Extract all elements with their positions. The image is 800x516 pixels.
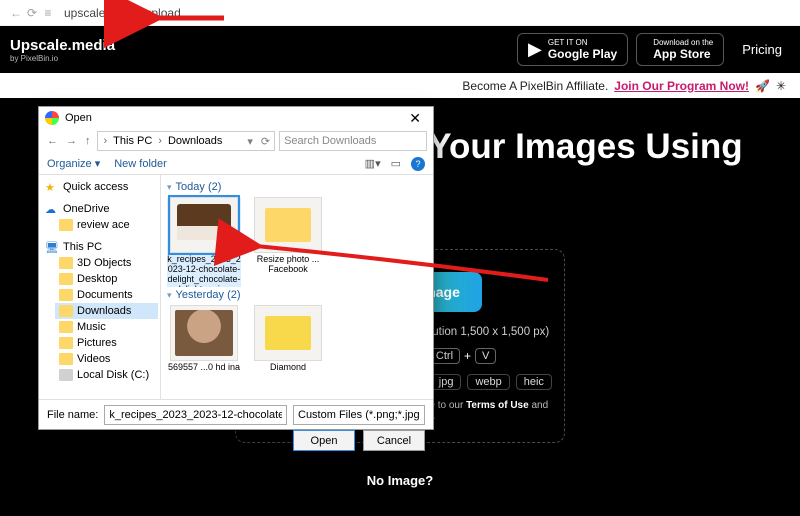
tree-folder[interactable]: Pictures	[55, 335, 158, 351]
filename-input[interactable]	[104, 405, 287, 425]
tree-folder[interactable]: Music	[55, 319, 158, 335]
up-icon[interactable]: ↑	[83, 135, 93, 147]
breadcrumb-seg[interactable]: This PC	[113, 135, 152, 147]
tree-folder[interactable]: Desktop	[55, 271, 158, 287]
forward-icon[interactable]: →	[64, 135, 79, 147]
kbd-plus: +	[464, 349, 471, 363]
affiliate-banner: Become A PixelBin Affiliate. Join Our Pr…	[0, 73, 800, 98]
affiliate-text: Become A PixelBin Affiliate.	[462, 79, 608, 93]
organize-menu[interactable]: Organize ▾	[47, 157, 100, 170]
dialog-title-bar: Open ✕	[39, 107, 433, 129]
appstore-top: Download on the	[653, 38, 713, 47]
pricing-link[interactable]: Pricing	[742, 42, 782, 57]
site-header: Upscale.media by PixelBin.io ▶ GET IT ON…	[0, 26, 800, 73]
format-chip: heic	[516, 374, 552, 390]
filename-label: File name:	[47, 409, 98, 421]
chevron-down-icon[interactable]: ▾	[247, 135, 253, 148]
chevron-right-icon: ›	[156, 135, 164, 147]
logo-sub: by PixelBin.io	[10, 54, 115, 63]
folder-tree[interactable]: ★Quick access ☁OneDrive review ace 🖥This…	[39, 175, 161, 399]
gplay-top: GET IT ON	[548, 38, 588, 47]
file-item[interactable]: Diamond	[251, 305, 325, 395]
sparkle-icon: ✳	[776, 79, 786, 93]
tree-folder[interactable]: review ace	[55, 217, 158, 233]
app-store-badge[interactable]: Download on theApp Store	[636, 33, 724, 66]
tree-folder[interactable]: 3D Objects	[55, 255, 158, 271]
file-item[interactable]: Resize photo ... Facebook	[251, 197, 325, 287]
new-folder-button[interactable]: New folder	[114, 158, 167, 170]
play-icon: ▶	[528, 39, 542, 60]
tree-folder[interactable]: Documents	[55, 287, 158, 303]
group-today[interactable]: Today (2)	[167, 181, 427, 193]
format-chip: webp	[467, 374, 509, 390]
affiliate-join-link[interactable]: Join Our Program Now!	[614, 79, 749, 93]
site-logo[interactable]: Upscale.media by PixelBin.io	[10, 37, 115, 63]
breadcrumb[interactable]: › This PC › Downloads ▾ ⟳	[97, 131, 276, 151]
kbd-v: V	[475, 348, 496, 364]
tree-disk[interactable]: Local Disk (C:)	[55, 367, 158, 383]
preview-icon[interactable]: ▭	[391, 157, 401, 171]
tree-this-pc[interactable]: 🖥This PC	[41, 239, 158, 255]
back-icon[interactable]: ←	[8, 6, 24, 20]
chrome-icon	[45, 111, 59, 125]
refresh-icon[interactable]: ⟳	[261, 135, 270, 148]
file-list: Today (2) k_recipes_2023_2023-12-chocola…	[161, 175, 433, 399]
back-icon[interactable]: ←	[45, 135, 60, 147]
tree-folder[interactable]: Videos	[55, 351, 158, 367]
tune-icon[interactable]: ≡	[40, 6, 56, 20]
breadcrumb-seg[interactable]: Downloads	[168, 135, 222, 147]
file-label: k_recipes_2023_2023-12-chocolate-delight…	[167, 255, 241, 287]
tree-onedrive[interactable]: ☁OneDrive	[41, 201, 158, 217]
file-open-dialog: Open ✕ ← → ↑ › This PC › Downloads ▾ ⟳ S…	[38, 106, 434, 430]
tou-link[interactable]: Terms of Use	[466, 400, 529, 411]
file-label: Resize photo ... Facebook	[251, 255, 325, 287]
tree-downloads[interactable]: Downloads	[55, 303, 158, 319]
reload-icon[interactable]: ⟳	[24, 6, 40, 20]
dialog-footer: File name:	[39, 399, 433, 430]
google-play-badge[interactable]: ▶ GET IT ONGoogle Play	[517, 33, 628, 66]
tree-quick-access[interactable]: ★Quick access	[41, 179, 158, 195]
appstore-big: App Store	[653, 47, 713, 61]
view-icon[interactable]: ▥▾	[365, 157, 381, 171]
dialog-toolbar: Organize ▾ New folder ▥▾ ▭ ?	[39, 153, 433, 175]
chevron-right-icon: ›	[102, 135, 110, 147]
file-label: 569557 ...0 hd ina	[167, 363, 241, 395]
group-yesterday[interactable]: Yesterday (2)	[167, 289, 427, 301]
no-image-prompt: No Image?	[0, 473, 800, 488]
open-button[interactable]: Open	[293, 430, 355, 451]
file-label: Diamond	[251, 363, 325, 395]
url-text[interactable]: upscale.media/upload	[64, 6, 181, 20]
cancel-button[interactable]: Cancel	[363, 430, 425, 451]
file-item[interactable]: 569557 ...0 hd ina	[167, 305, 241, 395]
dialog-address-row: ← → ↑ › This PC › Downloads ▾ ⟳ Search D…	[39, 129, 433, 153]
gplay-big: Google Play	[548, 47, 617, 61]
format-chip: jpg	[431, 374, 462, 390]
close-icon[interactable]: ✕	[403, 110, 427, 127]
rocket-icon: 🚀	[755, 79, 770, 93]
logo-top: Upscale.media	[10, 37, 115, 54]
file-item-selected[interactable]: k_recipes_2023_2023-12-chocolate-delight…	[167, 197, 241, 287]
help-icon[interactable]: ?	[411, 157, 425, 171]
dialog-title: Open	[65, 112, 403, 124]
search-input[interactable]: Search Downloads	[279, 131, 427, 151]
browser-address-bar: ← ⟳ ≡ upscale.media/upload	[0, 0, 800, 26]
filetype-select[interactable]	[293, 405, 425, 425]
search-placeholder: Search Downloads	[284, 135, 376, 147]
